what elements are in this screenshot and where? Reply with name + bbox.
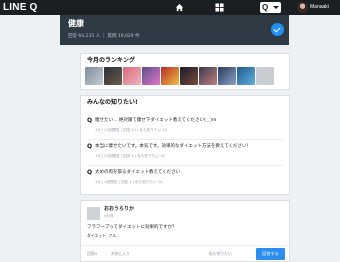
grid-icon[interactable] — [215, 3, 224, 12]
page-title: 健康 — [68, 19, 84, 28]
q-label: Q — [262, 3, 269, 12]
q-icon: Q — [87, 143, 93, 150]
ranking-avatars — [85, 67, 274, 85]
q-search-dropdown[interactable]: Q — [260, 2, 281, 13]
home-icon[interactable] — [175, 3, 184, 12]
question-meta: 1分 | 13回閲覧 | 回答 2 | 私も知りたい 14 — [95, 154, 165, 158]
q-icon: Q — [87, 117, 93, 124]
card-user-name[interactable]: おおうらりか — [104, 206, 134, 213]
chevron-down-icon — [273, 6, 279, 9]
question-text[interactable]: 痩せたい… 絶対寝て痩せ下ダイエット教えてください(＿)m — [95, 117, 283, 125]
favorite-link[interactable]: お気に入り — [111, 246, 130, 262]
ranking-user-avatar[interactable] — [104, 67, 122, 85]
ranking-user-avatar[interactable] — [85, 67, 103, 85]
card-question-text[interactable]: フラフープってダイエットに効果的ですか？ — [87, 224, 176, 232]
ranking-user-avatar[interactable] — [180, 67, 198, 85]
avatar[interactable] — [87, 207, 100, 220]
ranking-user-avatar[interactable] — [237, 67, 255, 85]
q-icon: Q — [87, 169, 93, 176]
category-stats: 回答 64,235 人 ｜ 質問 19,029 件 — [68, 34, 140, 39]
question-meta: 1分 | 4回閲覧 | 回答 1 | 私も知りたい 14 — [95, 180, 163, 184]
answer-button[interactable]: 回答する — [256, 248, 285, 260]
ranking-user-avatar[interactable] — [161, 67, 179, 85]
user-name[interactable]: Manaaki — [310, 3, 329, 12]
question-meta: 1分 | 13回閲覧 | 回答 11 | 私も知りたい 10 — [95, 128, 167, 132]
question-text[interactable]: 本当に痩せたいです。本気です。効果的なダイエット方法を教えてください！ — [95, 143, 283, 151]
ranking-title: 今月のランキング — [87, 57, 135, 64]
ranking-user-avatar[interactable] — [123, 67, 141, 85]
logo[interactable]: LINE Q — [3, 2, 38, 13]
question-item[interactable]: Q 太めの肉を取るダイエット教えてください 1分 | 4回閲覧 | 回答 1 |… — [87, 168, 283, 192]
ranking-user-avatar[interactable] — [256, 67, 274, 85]
follow-check-button[interactable] — [271, 23, 284, 36]
question-text[interactable]: 太めの肉を取るダイエット教えてください — [95, 169, 283, 177]
avatar[interactable] — [297, 2, 308, 13]
ranking-user-avatar[interactable] — [142, 67, 160, 85]
question-item[interactable]: Q 痩せたい… 絶対寝て痩せ下ダイエット教えてください(＿)m 1分 | 13回… — [87, 116, 283, 140]
category-header: 健康 回答 64,235 人 ｜ 質問 19,029 件 — [60, 15, 289, 45]
top-nav-bar: LINE Q Q Manaaki — [0, 0, 340, 15]
ranking-user-avatar[interactable] — [199, 67, 217, 85]
question-item[interactable]: Q 本当に痩せたいです。本気です。効果的なダイエット方法を教えてください！ 1分… — [87, 142, 283, 166]
ranking-user-avatar[interactable] — [218, 67, 236, 85]
ranking-panel: 今月のランキング — [80, 53, 290, 90]
card-timestamp: 4分前 — [104, 214, 114, 218]
questions-title: みんなの知りたい! — [87, 99, 138, 106]
card-footer: 回答0 お気に入り 私も知りたい 回答する — [81, 245, 289, 262]
questions-panel: みんなの知りたい! Q 痩せたい… 絶対寝て痩せ下ダイエット教えてください(＿)… — [80, 95, 290, 195]
card-tags[interactable]: ダイエット, フル... — [87, 233, 120, 239]
me-too-link[interactable]: 私も知りたい — [209, 246, 232, 262]
answer-count-link[interactable]: 回答0 — [87, 246, 97, 262]
question-card: おおうらりか 4分前 フラフープってダイエットに効果的ですか？ ダイエット, フ… — [80, 200, 290, 262]
